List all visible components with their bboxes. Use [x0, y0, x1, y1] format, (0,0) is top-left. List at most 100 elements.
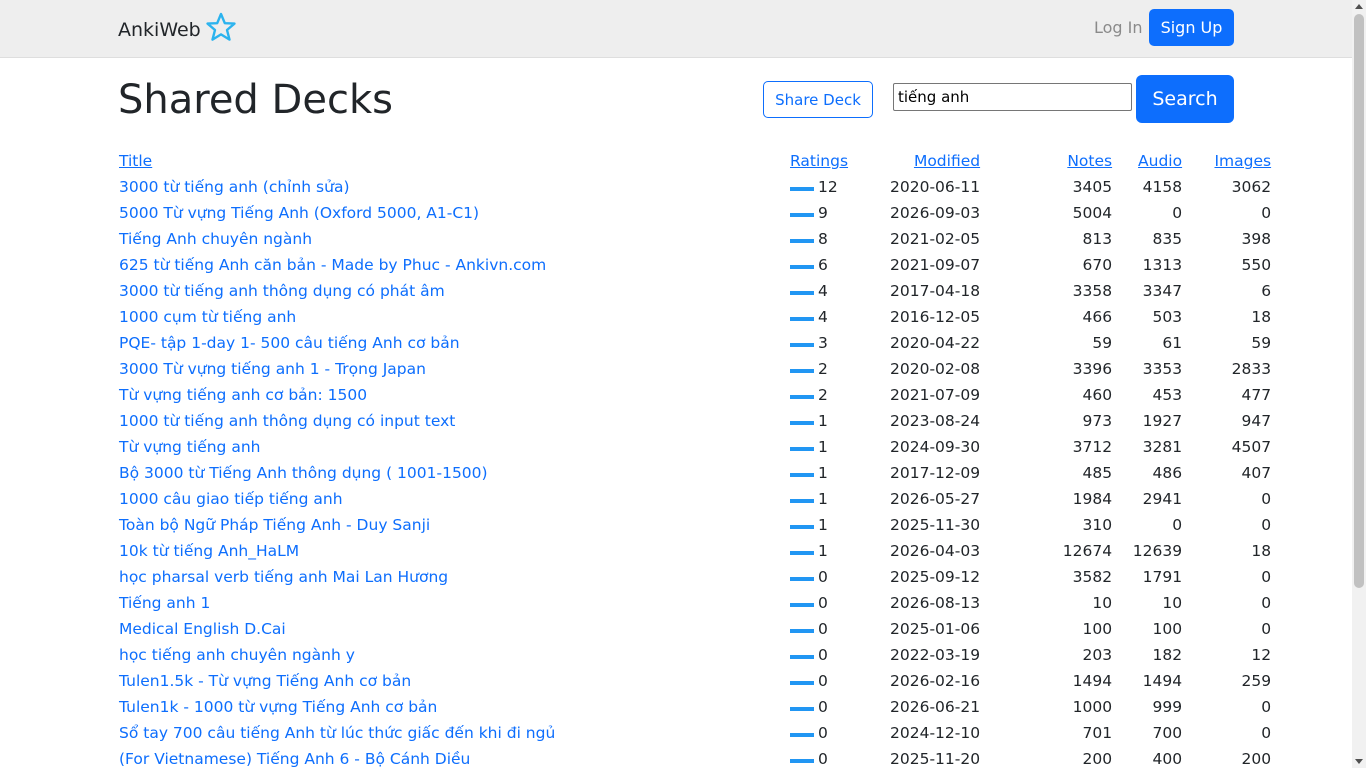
deck-title-cell: 3000 từ tiếng anh thông dụng có phát âm: [117, 278, 788, 304]
sort-ratings-link[interactable]: Ratings: [790, 152, 848, 170]
deck-title-link[interactable]: 10k từ tiếng Anh_HaLM: [119, 542, 299, 560]
rating-count: 1: [818, 412, 828, 430]
images-cell: 0: [1261, 568, 1272, 586]
rating-count: 6: [818, 256, 828, 274]
deck-title-link[interactable]: 1000 câu giao tiếp tiếng anh: [119, 490, 343, 508]
rating-bar: [790, 238, 814, 243]
images-cell: 4507: [1231, 438, 1272, 456]
sort-notes-link[interactable]: Notes: [1067, 152, 1112, 170]
table-row: 10k từ tiếng Anh_HaLM 1 2026-04-03 12674 126…: [117, 538, 1273, 564]
notes-cell: 3405: [1072, 178, 1113, 196]
notes-cell: 10: [1092, 594, 1113, 612]
scroll-down-arrow-icon[interactable]: [1355, 759, 1363, 764]
deck-title-link[interactable]: học pharsal verb tiếng anh Mai Lan Hương: [119, 568, 448, 586]
decks-table: Title Ratings Modified Notes Audio Image…: [117, 148, 1273, 772]
rating-count: 4: [818, 282, 828, 300]
ratings-cell: 0: [788, 668, 888, 694]
rating-bar: [790, 498, 814, 503]
table-row: 1000 câu giao tiếp tiếng anh 1 2026-05-27 1…: [117, 486, 1273, 512]
scrollbar-thumb[interactable]: [1354, 14, 1364, 588]
deck-title-link[interactable]: (For Vietnamese) Tiếng Anh 6 - Bộ Cánh D…: [119, 750, 470, 768]
scrollbar[interactable]: [1352, 0, 1366, 768]
deck-title-cell: 10k từ tiếng Anh_HaLM: [117, 538, 788, 564]
ratings-cell: 0: [788, 590, 888, 616]
deck-title-cell: Medical English D.Cai: [117, 616, 788, 642]
navbar: AnkiWeb Log In Sign Up: [0, 0, 1352, 58]
rating-count: 1: [818, 490, 828, 508]
search-button[interactable]: Search: [1136, 75, 1234, 123]
images-cell: 407: [1241, 464, 1272, 482]
rating-count: 0: [818, 750, 828, 768]
scroll-up-arrow-icon[interactable]: [1355, 4, 1363, 9]
notes-cell: 3396: [1072, 360, 1113, 378]
modified-cell: 2025-01-06: [890, 620, 981, 638]
notes-cell: 203: [1082, 646, 1113, 664]
modified-cell: 2026-08-13: [890, 594, 981, 612]
deck-title-link[interactable]: Từ vựng tiếng anh: [119, 438, 260, 456]
header-title: Title: [117, 148, 788, 174]
notes-cell: 485: [1082, 464, 1113, 482]
search-input[interactable]: [893, 83, 1132, 111]
header-ratings: Ratings: [788, 148, 888, 174]
sort-images-link[interactable]: Images: [1214, 152, 1271, 170]
deck-title-link[interactable]: 5000 Từ vựng Tiếng Anh (Oxford 5000, A1-…: [119, 204, 479, 222]
brand-logo-link[interactable]: AnkiWeb: [118, 12, 237, 44]
deck-title-cell: Từ vựng tiếng anh: [117, 434, 788, 460]
rating-bar: [790, 472, 814, 477]
deck-title-link[interactable]: Tulen1k - 1000 từ vựng Tiếng Anh cơ bản: [119, 698, 437, 716]
notes-cell: 1494: [1072, 672, 1113, 690]
deck-title-link[interactable]: Medical English D.Cai: [119, 620, 286, 638]
rating-count: 0: [818, 672, 828, 690]
deck-title-link[interactable]: 1000 từ tiếng anh thông dụng có input te…: [119, 412, 455, 430]
table-row: Bộ 3000 từ Tiếng Anh thông dụng ( 1001-1…: [117, 460, 1273, 486]
table-row: 3000 Từ vựng tiếng anh 1 - Trọng Japan 2 2…: [117, 356, 1273, 382]
deck-title-link[interactable]: Tulen1.5k - Từ vựng Tiếng Anh cơ bản: [119, 672, 411, 690]
images-cell: 200: [1241, 750, 1272, 768]
sort-audio-link[interactable]: Audio: [1138, 152, 1182, 170]
share-deck-button[interactable]: Share Deck: [763, 81, 873, 118]
rating-bar: [790, 706, 814, 711]
audio-cell: 486: [1152, 464, 1183, 482]
deck-title-cell: Bộ 3000 từ Tiếng Anh thông dụng ( 1001-1…: [117, 460, 788, 486]
header-notes: Notes: [982, 148, 1114, 174]
deck-title-link[interactable]: 3000 Từ vựng tiếng anh 1 - Trọng Japan: [119, 360, 426, 378]
deck-title-cell: Tiếng anh 1: [117, 590, 788, 616]
deck-title-link[interactable]: Tiếng anh 1: [119, 594, 210, 612]
deck-title-cell: học pharsal verb tiếng anh Mai Lan Hương: [117, 564, 788, 590]
modified-cell: 2023-08-24: [890, 412, 981, 430]
rating-bar: [790, 394, 814, 399]
rating-bar: [790, 212, 814, 217]
signup-button[interactable]: Sign Up: [1149, 9, 1234, 46]
deck-title-link[interactable]: Tiếng Anh chuyên ngành: [119, 230, 312, 248]
table-row: Từ vựng tiếng anh 1 2024-09-30 3712 3281 4507: [117, 434, 1273, 460]
notes-cell: 1984: [1072, 490, 1113, 508]
deck-title-cell: Tulen1.5k - Từ vựng Tiếng Anh cơ bản: [117, 668, 788, 694]
audio-cell: 503: [1152, 308, 1183, 326]
modified-cell: 2021-09-07: [890, 256, 981, 274]
ratings-cell: 0: [788, 564, 888, 590]
sort-title-link[interactable]: Title: [119, 152, 152, 170]
notes-cell: 670: [1082, 256, 1113, 274]
deck-title-cell: (For Vietnamese) Tiếng Anh 6 - Bộ Cánh D…: [117, 746, 788, 772]
deck-title-link[interactable]: học tiếng anh chuyên ngành y: [119, 646, 355, 664]
modified-cell: 2016-12-05: [890, 308, 981, 326]
deck-title-link[interactable]: PQE- tập 1-day 1- 500 câu tiếng Anh cơ b…: [119, 334, 460, 352]
deck-title-link[interactable]: Sổ tay 700 câu tiếng Anh từ lúc thức giấ…: [119, 724, 555, 742]
ratings-cell: 1: [788, 512, 888, 538]
deck-title-link[interactable]: 3000 từ tiếng anh thông dụng có phát âm: [119, 282, 445, 300]
deck-title-link[interactable]: Toàn bộ Ngữ Pháp Tiếng Anh - Duy Sanji: [119, 516, 430, 534]
deck-title-link[interactable]: 625 từ tiếng Anh căn bản - Made by Phuc …: [119, 256, 546, 274]
images-cell: 12: [1251, 646, 1272, 664]
rating-bar: [790, 550, 814, 555]
table-row: học pharsal verb tiếng anh Mai Lan Hương…: [117, 564, 1273, 590]
sort-modified-link[interactable]: Modified: [914, 152, 980, 170]
rating-count: 1: [818, 464, 828, 482]
notes-cell: 813: [1082, 230, 1113, 248]
deck-title-link[interactable]: 3000 từ tiếng anh (chỉnh sửa): [119, 178, 350, 196]
deck-title-link[interactable]: 1000 cụm từ tiếng anh: [119, 308, 296, 326]
deck-title-link[interactable]: Bộ 3000 từ Tiếng Anh thông dụng ( 1001-1…: [119, 464, 488, 482]
header-modified: Modified: [888, 148, 982, 174]
login-link[interactable]: Log In: [1094, 18, 1143, 37]
deck-title-link[interactable]: Từ vựng tiếng anh cơ bản: 1500: [119, 386, 367, 404]
deck-title-cell: Sổ tay 700 câu tiếng Anh từ lúc thức giấ…: [117, 720, 788, 746]
